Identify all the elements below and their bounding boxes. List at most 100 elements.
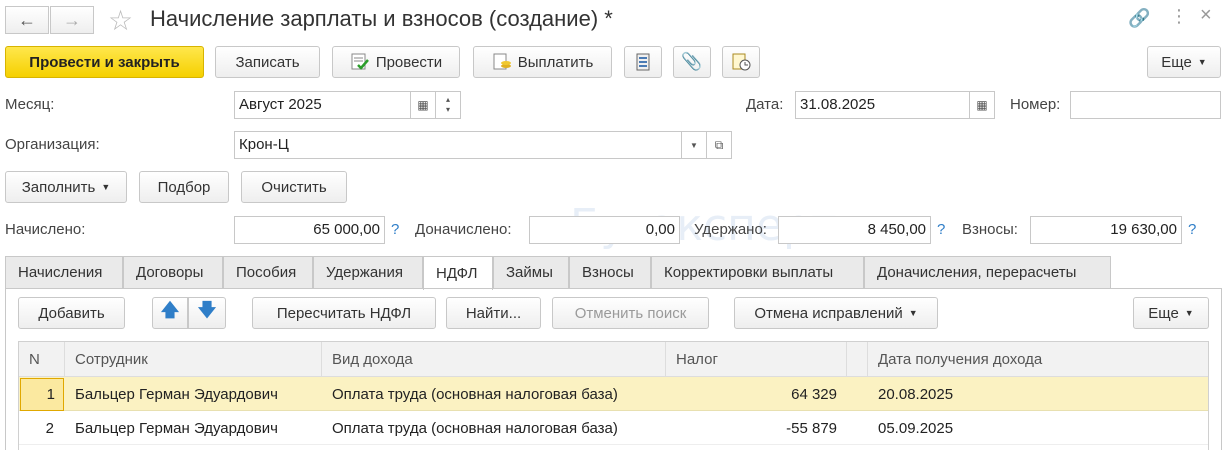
month-field[interactable]: Август 2025 <box>234 91 411 119</box>
post-and-close-label: Провести и закрыть <box>29 53 180 71</box>
tab-accruals[interactable]: Начисления <box>5 256 123 288</box>
additional-label: Доначислено: <box>415 221 512 238</box>
stepper-up-icon: ▴ <box>445 95 450 104</box>
tab-label: Займы <box>506 264 553 281</box>
more-button[interactable]: Еще ▼ <box>1147 46 1221 78</box>
date-calendar-button[interactable]: ▦ <box>969 91 995 119</box>
tab-label: Начисления <box>18 264 103 281</box>
column-header-spacer <box>847 342 868 377</box>
back-button[interactable]: ← <box>5 6 49 34</box>
find-button[interactable]: Найти... <box>446 297 541 329</box>
header-label: Вид дохода <box>332 350 413 368</box>
tab-contributions[interactable]: Взносы <box>569 256 651 288</box>
column-header-income[interactable]: Вид дохода <box>322 342 666 377</box>
tab-contracts[interactable]: Договоры <box>123 256 223 288</box>
employee-cell[interactable]: Бальцер Герман Эдуардович <box>75 412 278 445</box>
move-up-button[interactable]: 🡅 <box>152 297 188 329</box>
history-button[interactable] <box>722 46 760 78</box>
row-number-cell[interactable]: 1 <box>20 378 64 411</box>
withheld-help-icon[interactable]: ? <box>937 221 945 238</box>
date-label: Дата: <box>746 96 784 113</box>
tab-payment-adjustments[interactable]: Корректировки выплаты <box>651 256 864 288</box>
close-icon[interactable]: × <box>1200 4 1212 27</box>
date-cell[interactable]: 20.08.2025 <box>878 378 953 411</box>
post-button[interactable]: Провести <box>332 46 460 78</box>
tab-deductions[interactable]: Удержания <box>313 256 423 288</box>
cancel-fixes-button[interactable]: Отмена исправлений ▼ <box>734 297 938 329</box>
org-dropdown-button[interactable]: ▼ <box>681 131 707 159</box>
tab-label: НДФЛ <box>436 265 478 282</box>
tab-ndfl[interactable]: НДФЛ <box>423 256 493 290</box>
additional-field: 0,00 <box>529 216 680 244</box>
calendar-icon: ▦ <box>976 98 988 112</box>
tab-loans[interactable]: Займы <box>493 256 569 288</box>
arrow-down-icon: 🡇 <box>197 300 217 320</box>
tax-cell[interactable]: -55 879 <box>666 412 837 445</box>
tab-recalculations[interactable]: Доначисления, перерасчеты <box>864 256 1111 288</box>
employee-cell[interactable]: Бальцер Герман Эдуардович <box>75 378 278 411</box>
list-icon <box>636 53 650 71</box>
contrib-help-icon[interactable]: ? <box>1188 221 1196 238</box>
attach-button[interactable]: 📎 <box>673 46 711 78</box>
column-header-date[interactable]: Дата получения дохода <box>868 342 1208 377</box>
date-cell[interactable]: 05.09.2025 <box>878 412 953 445</box>
cancel-search-button[interactable]: Отменить поиск <box>552 297 709 329</box>
link-icon[interactable]: 🔗 <box>1128 8 1150 29</box>
column-header-employee[interactable]: Сотрудник <box>65 342 322 377</box>
accrued-field: 65 000,00 <box>234 216 385 244</box>
org-field[interactable]: Крон-Ц <box>234 131 682 159</box>
tab-benefits[interactable]: Пособия <box>223 256 313 288</box>
month-stepper[interactable]: ▴ ▾ <box>435 91 461 119</box>
ndfl-more-button[interactable]: Еще ▼ <box>1133 297 1209 329</box>
clear-button[interactable]: Очистить <box>241 171 347 203</box>
select-label: Подбор <box>157 178 211 196</box>
tab-label: Взносы <box>582 264 634 281</box>
column-header-n[interactable]: N <box>19 342 65 377</box>
tab-label: Удержания <box>326 264 403 281</box>
add-button[interactable]: Добавить <box>18 297 125 329</box>
post-label: Провести <box>375 53 443 71</box>
move-down-button[interactable]: 🡇 <box>188 297 226 329</box>
select-button[interactable]: Подбор <box>139 171 229 203</box>
withheld-label: Удержано: <box>694 221 767 238</box>
accrued-label: Начислено: <box>5 221 86 238</box>
star-icon[interactable]: ☆ <box>108 4 133 37</box>
fill-button[interactable]: Заполнить ▼ <box>5 171 127 203</box>
date-field[interactable]: 31.08.2025 <box>795 91 970 119</box>
column-header-tax[interactable]: Налог <box>666 342 847 377</box>
tab-label: Корректировки выплаты <box>664 264 834 281</box>
pay-button[interactable]: Выплатить <box>473 46 612 78</box>
fill-label: Заполнить <box>21 178 96 196</box>
header-label: Налог <box>676 350 718 368</box>
income-cell[interactable]: Оплата труда (основная налоговая база) <box>332 412 618 445</box>
org-label: Организация: <box>5 136 100 153</box>
more-vertical-icon[interactable]: ⋮ <box>1170 6 1188 27</box>
month-label: Месяц: <box>5 96 55 113</box>
save-label: Записать <box>235 53 300 71</box>
cancel-search-label: Отменить поиск <box>574 304 687 322</box>
open-window-icon: ⧉ <box>714 137 724 152</box>
accrued-help-icon[interactable]: ? <box>391 221 399 238</box>
header-label: Сотрудник <box>75 350 148 368</box>
header-label: Дата получения дохода <box>878 350 1043 368</box>
recalc-ndfl-button[interactable]: Пересчитать НДФЛ <box>252 297 436 329</box>
cancel-fixes-label: Отмена исправлений <box>754 304 903 322</box>
more-label: Еще <box>1161 53 1192 71</box>
income-cell[interactable]: Оплата труда (основная налоговая база) <box>332 378 618 411</box>
chevron-down-icon: ▼ <box>1197 57 1207 67</box>
number-field[interactable] <box>1070 91 1221 119</box>
row-number-cell[interactable]: 2 <box>20 412 64 445</box>
save-button[interactable]: Записать <box>215 46 320 78</box>
org-open-button[interactable]: ⧉ <box>706 131 732 159</box>
contrib-label: Взносы: <box>962 221 1018 238</box>
chevron-down-icon: ▼ <box>101 182 111 192</box>
chevron-down-icon: ▼ <box>908 308 918 318</box>
calendar-button[interactable]: ▦ <box>410 91 436 119</box>
post-and-close-button[interactable]: Провести и закрыть <box>5 46 204 78</box>
document-list-button[interactable] <box>624 46 662 78</box>
pay-icon <box>493 53 511 70</box>
tax-cell[interactable]: 64 329 <box>666 378 837 411</box>
stepper-down-icon: ▾ <box>445 105 450 114</box>
forward-button[interactable]: → <box>50 6 94 34</box>
arrow-left-icon: ← <box>18 9 36 30</box>
